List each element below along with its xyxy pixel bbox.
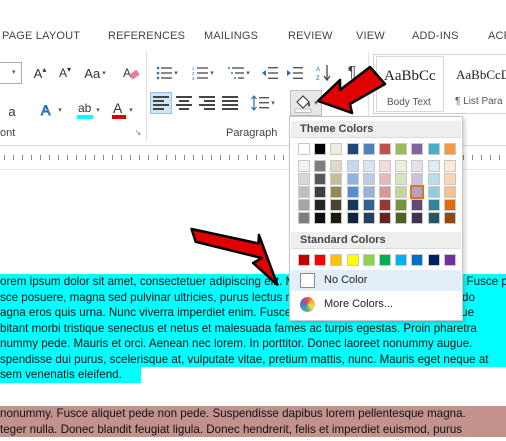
- red-arrow-icon: [316, 65, 387, 115]
- red-arrow-icon: [190, 227, 279, 286]
- red-arrow-annotations: [190, 65, 387, 286]
